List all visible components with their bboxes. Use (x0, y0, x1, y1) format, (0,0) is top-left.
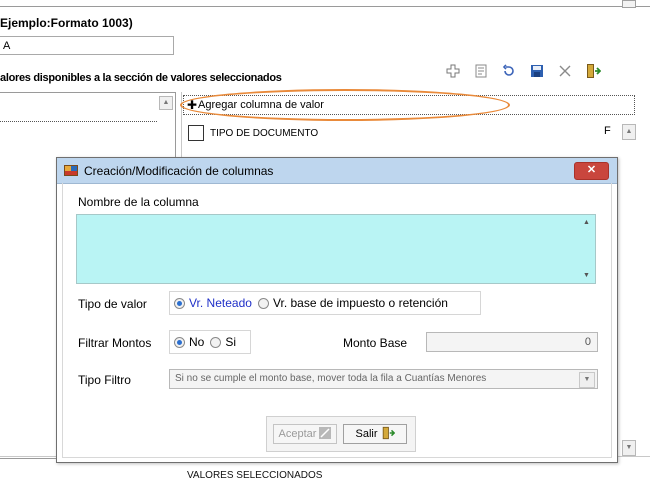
salir-label: Salir (355, 428, 378, 440)
tipo-filtro-value: Si no se cumple el monto base, mover tod… (175, 373, 487, 384)
scroll-down-arrow-icon[interactable]: ▼ (622, 440, 636, 456)
monto-base-input[interactable]: 0 (426, 332, 598, 352)
dialog-title: Creación/Modificación de columnas (84, 164, 274, 178)
exit-icon (381, 426, 395, 443)
radio-vr-base[interactable]: Vr. base de impuesto o retención (257, 296, 448, 310)
monto-base-label: Monto Base (343, 336, 408, 350)
dialog-titlebar[interactable]: Creación/Modificación de columnas ✕ (57, 158, 617, 184)
button-bar: Aceptar Salir (266, 416, 416, 452)
tipo-filtro-select[interactable]: Si no se cumple el monto base, mover tod… (169, 369, 598, 389)
chevron-down-icon[interactable]: ▼ (579, 372, 595, 388)
app-icon (63, 162, 79, 178)
tipo-documento-checkbox[interactable] (188, 125, 204, 141)
salir-button[interactable]: Salir (343, 424, 407, 444)
filtrar-montos-label: Filtrar Montos (78, 336, 152, 350)
radio-no[interactable]: No (174, 335, 204, 349)
save-icon[interactable] (529, 63, 545, 79)
tipo-documento-label: TIPO DE DOCUMENTO (210, 127, 319, 139)
row-suffix: F (604, 125, 611, 137)
section-title: alores disponibles a la sección de valor… (0, 72, 282, 84)
scroll-up-arrow-icon[interactable]: ▲ (583, 219, 590, 226)
radio-selected-icon (174, 336, 185, 348)
tipo-valor-label: Tipo de valor (78, 297, 147, 311)
exit-icon[interactable] (585, 63, 601, 79)
undo-icon[interactable] (501, 63, 517, 79)
add-column-label: Agregar columna de valor (198, 99, 324, 111)
radio-label: Si (225, 335, 237, 349)
radio-label: Vr. base de impuesto o retención (272, 296, 448, 310)
list-item[interactable] (0, 93, 157, 122)
tipo-documento-row[interactable]: TIPO DE DOCUMENTO (188, 124, 318, 142)
top-border (0, 0, 650, 7)
selected-values-label: VALORES SELECCIONADOS (187, 470, 323, 481)
column-dialog: Creación/Modificación de columnas ✕ Nomb… (56, 157, 618, 463)
nombre-textarea[interactable] (76, 214, 596, 284)
plus-icon: ✚ (187, 98, 198, 112)
tipo-filtro-label: Tipo Filtro (78, 373, 131, 387)
radio-empty-icon (257, 297, 269, 309)
radio-selected-icon (174, 297, 185, 309)
filtrar-radio-group: No Si (169, 330, 251, 354)
tipo-valor-radio-group: Vr. Neteado Vr. base de impuesto o reten… (169, 291, 481, 315)
textarea-scrollbar[interactable]: ▲ ▼ (580, 215, 594, 283)
close-button[interactable]: ✕ (574, 162, 609, 180)
radio-label: Vr. Neteado (189, 296, 252, 310)
accept-icon (319, 426, 332, 442)
scroll-up-arrow-icon[interactable]: ▲ (159, 96, 173, 110)
close-icon[interactable] (557, 63, 573, 79)
top-scrollbar[interactable] (622, 0, 636, 8)
scroll-down-arrow-icon[interactable]: ▼ (583, 272, 590, 279)
radio-vr-neteado[interactable]: Vr. Neteado (174, 296, 252, 310)
radio-si[interactable]: Si (210, 335, 236, 349)
aceptar-label: Aceptar (278, 428, 317, 440)
toolbar (445, 62, 613, 80)
nombre-label: Nombre de la columna (78, 195, 199, 209)
radio-empty-icon (210, 336, 222, 348)
radio-label: No (189, 335, 205, 349)
plus-icon[interactable] (445, 63, 461, 79)
format-input[interactable]: A (0, 36, 174, 55)
edit-icon[interactable] (473, 63, 489, 79)
add-column-button[interactable]: ✚ Agregar columna de valor (183, 95, 635, 115)
scroll-up-arrow-icon[interactable]: ▲ (622, 124, 636, 140)
aceptar-button[interactable]: Aceptar (273, 424, 337, 444)
example-title: Ejemplo:Formato 1003) (0, 16, 133, 30)
